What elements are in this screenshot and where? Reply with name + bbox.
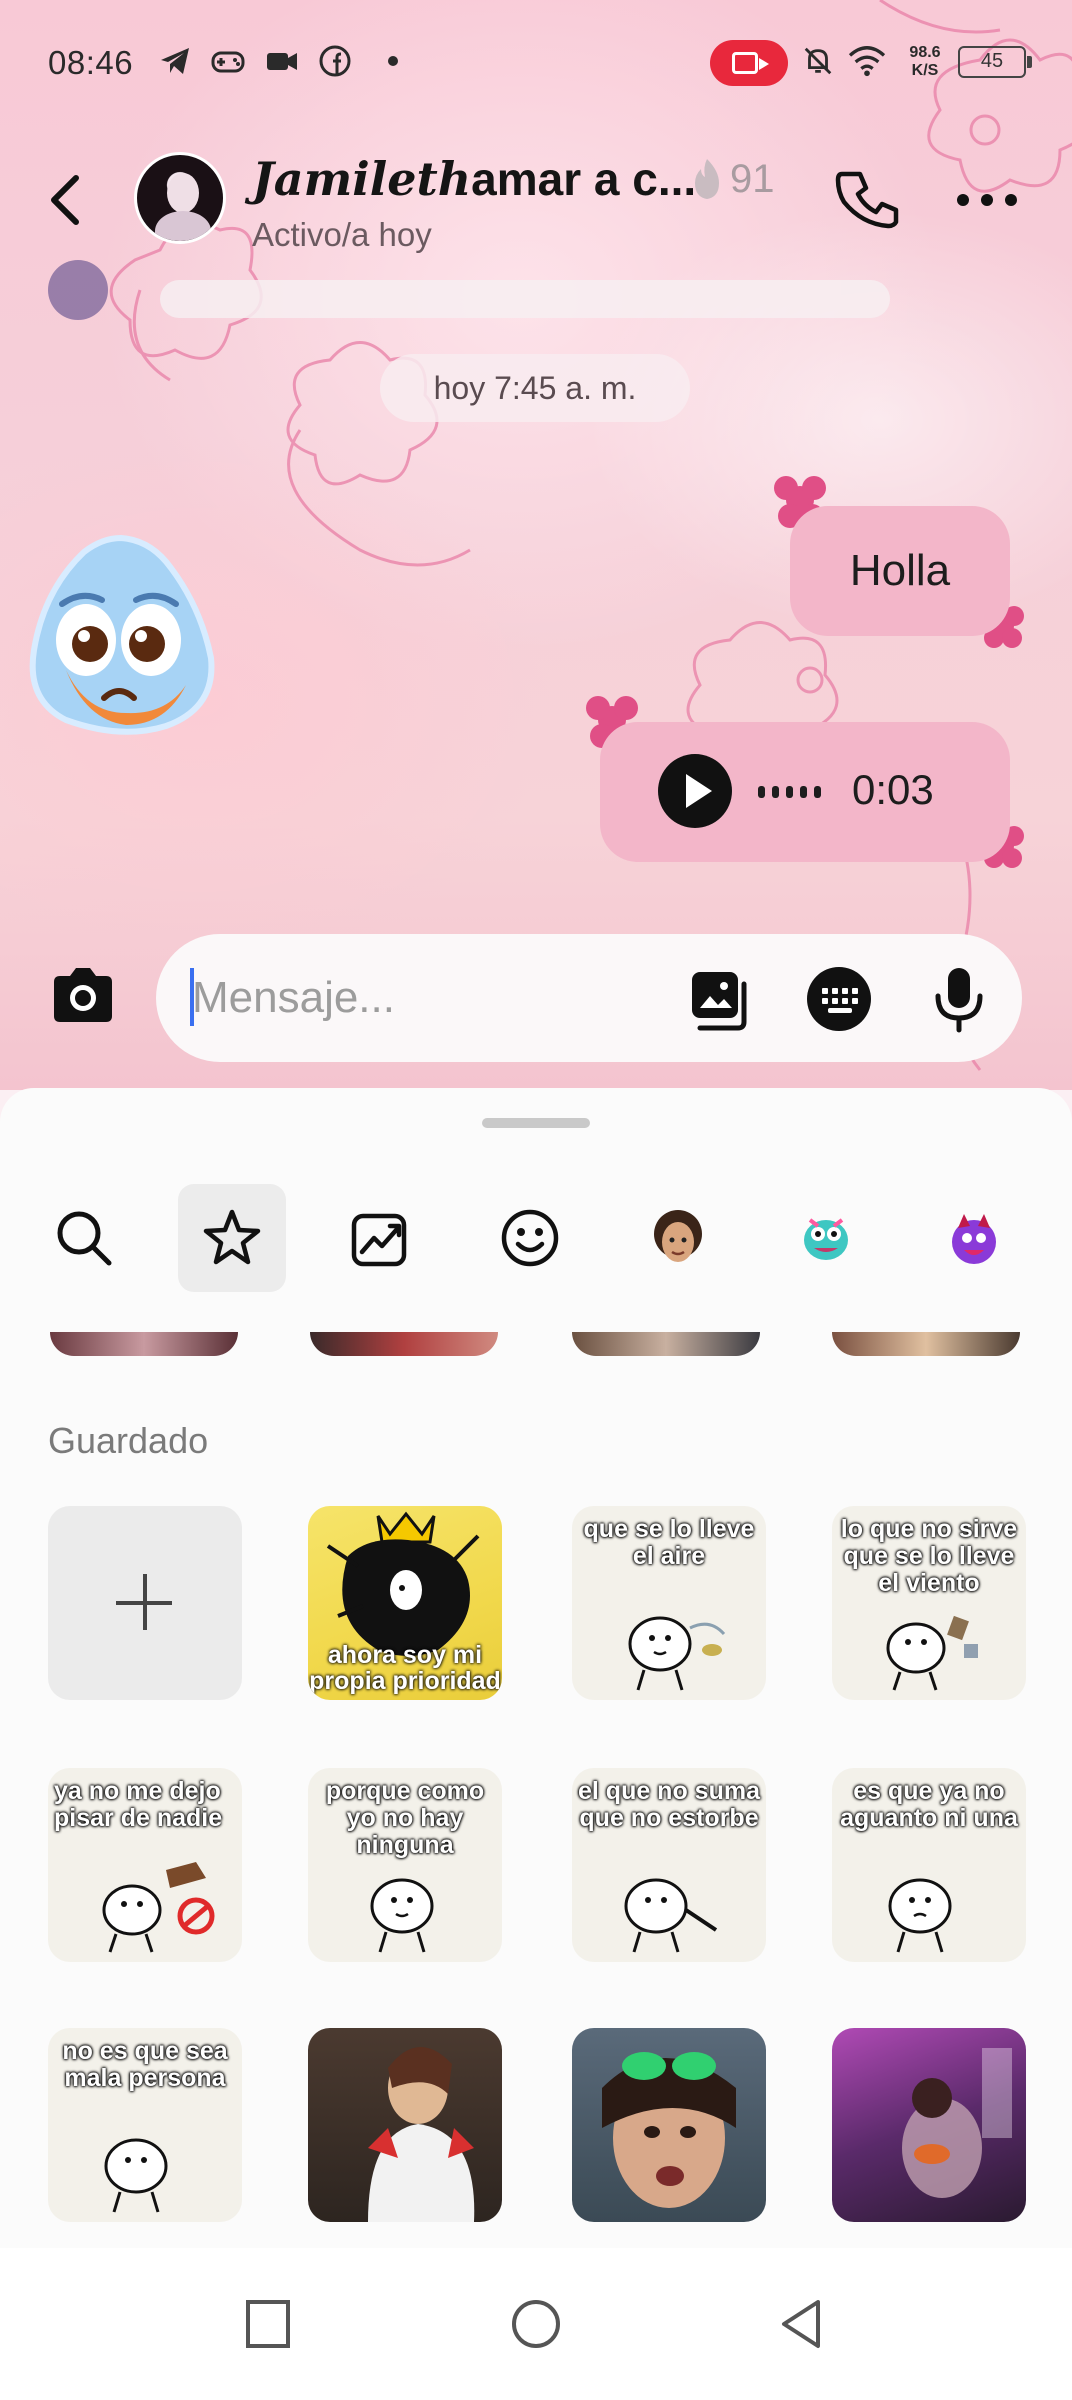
back-icon[interactable] <box>772 2294 832 2354</box>
person-photo <box>368 2046 475 2222</box>
more-options-icon[interactable] <box>954 190 1020 210</box>
camera-icon[interactable] <box>48 964 118 1028</box>
back-arrow-icon[interactable] <box>40 168 92 232</box>
battery-icon: 45 <box>958 46 1032 78</box>
avatar-sticker-icon <box>654 1210 702 1262</box>
sticker-tile[interactable]: que se lo lleve el aire <box>572 1506 766 1700</box>
sticker-tile[interactable]: es que ya no aguanto ni una <box>832 1768 1026 1962</box>
sticker-tile[interactable]: lo que no sirve que se lo lleve el vient… <box>832 1506 1026 1700</box>
recent-apps-icon[interactable] <box>238 2294 298 2354</box>
facebook-icon <box>319 45 351 77</box>
person-photo <box>902 2048 1012 2198</box>
flork-character <box>102 1862 215 1953</box>
add-sticker-button[interactable] <box>48 1506 242 1700</box>
sticker-photo-tile[interactable] <box>832 2028 1026 2222</box>
sticker-caption: ahora soy mi propia prioridad <box>309 1641 501 1695</box>
sticker-tile[interactable]: ya no me dejo pisar de nadie <box>48 1768 242 1962</box>
emoji-tab[interactable] <box>476 1184 584 1292</box>
audio-duration: 0:03 <box>852 766 934 813</box>
sticker-caption: es que ya no aguanto ni una <box>840 1777 1018 1832</box>
dot-icon <box>388 56 398 66</box>
sticker-tile[interactable]: el que no suma que no estorbe <box>572 1768 766 1962</box>
video-icon <box>267 53 297 70</box>
sent-message-bubble[interactable]: Holla <box>790 506 1010 636</box>
sticker-tile[interactable]: no es que sea mala persona <box>48 2028 242 2222</box>
recent-sticker-partial[interactable] <box>50 1332 238 1356</box>
mute-icon <box>804 47 832 75</box>
smiley-icon <box>501 1209 559 1267</box>
sticker-caption: porque como yo no hay ninguna <box>325 1777 485 1859</box>
contact-name-rest: amar a c... <box>471 153 697 205</box>
avatar-tab[interactable] <box>624 1184 732 1292</box>
sticker-photo-tile[interactable] <box>308 2028 502 2222</box>
flame-icon <box>695 159 719 199</box>
screen: 08:46 98.6 K/S 45 Jamilethamar a c... Act… <box>0 0 1072 2400</box>
water-drop-sticker[interactable] <box>26 530 216 735</box>
flork-character <box>888 1878 952 1953</box>
wifi-icon <box>848 46 886 77</box>
flork-character <box>886 1615 978 1691</box>
sticker-caption: lo que no sirve que se lo lleve el vient… <box>840 1515 1018 1597</box>
chat-header: Jamilethamar a c... Activo/a hoy 91 <box>0 130 1072 270</box>
trending-tab[interactable] <box>326 1184 434 1292</box>
recent-sticker-partial[interactable] <box>572 1332 760 1356</box>
flork-character <box>624 1878 718 1953</box>
person-photo <box>602 2052 736 2208</box>
flork-character <box>370 1878 434 1953</box>
date-separator: hoy 7:45 a. m. <box>380 354 690 422</box>
star-icon <box>203 1209 261 1265</box>
screen-record-icon[interactable] <box>710 40 788 86</box>
sticker-tray: Guardado ahora soy mi propia prioridad q… <box>0 1088 1072 2248</box>
network-speed: 98.6 K/S <box>909 44 941 79</box>
status-bar: 08:46 98.6 K/S 45 <box>0 0 1072 120</box>
sticker-caption: que se lo lleve el aire <box>583 1515 755 1570</box>
contact-status: Activo/a hoy <box>252 216 432 253</box>
play-icon[interactable] <box>658 754 732 828</box>
drag-handle[interactable] <box>482 1118 590 1128</box>
sticker-caption: no es que sea mala persona <box>62 2037 228 2092</box>
sticker-caption: ya no me dejo pisar de nadie <box>54 1777 223 1832</box>
contact-name-styled: Jamileth <box>252 152 472 206</box>
crown-girl-illustration <box>326 1511 480 1656</box>
recent-sticker-partial[interactable] <box>832 1332 1020 1356</box>
character-sticker-icon <box>804 1218 848 1260</box>
search-icon <box>57 1211 112 1266</box>
flork-character <box>104 2138 168 2213</box>
sticker-photo-tile[interactable] <box>572 2028 766 2222</box>
sticker-tile[interactable]: ahora soy mi propia prioridad <box>308 1506 502 1700</box>
microphone-icon[interactable] <box>924 964 994 1034</box>
sticker-keyboard-icon[interactable] <box>804 964 874 1034</box>
system-navigation-bar <box>0 2248 1072 2400</box>
waveform-icon <box>758 786 821 798</box>
gallery-icon[interactable] <box>686 964 756 1034</box>
purple-character-icon <box>952 1214 996 1264</box>
message-composer <box>156 934 1022 1062</box>
sticker-caption: el que no suma que no estorbe <box>578 1777 760 1832</box>
voice-message-bubble[interactable]: 0:03 <box>600 722 1010 862</box>
favorites-tab[interactable] <box>178 1184 286 1292</box>
purple-character-tab[interactable] <box>920 1184 1028 1292</box>
search-tab[interactable] <box>30 1184 138 1292</box>
sticker-tile[interactable]: porque como yo no hay ninguna <box>308 1768 502 1962</box>
message-input[interactable] <box>192 962 662 1034</box>
status-time: 08:46 <box>48 44 134 81</box>
home-icon[interactable] <box>506 2294 566 2354</box>
saved-section-title: Guardado <box>48 1420 209 1461</box>
streak-badge: 91 <box>690 154 775 204</box>
trending-icon <box>351 1213 407 1267</box>
phone-icon[interactable] <box>834 166 900 232</box>
flork-character <box>628 1616 726 1691</box>
recent-sticker-partial[interactable] <box>310 1332 498 1356</box>
telegram-icon <box>161 48 189 74</box>
streak-count: 91 <box>730 156 775 201</box>
contact-avatar[interactable] <box>134 152 226 244</box>
contact-name[interactable]: Jamilethamar a c... <box>252 152 696 206</box>
character-tab[interactable] <box>772 1184 880 1292</box>
gamepad-icon <box>211 51 245 73</box>
